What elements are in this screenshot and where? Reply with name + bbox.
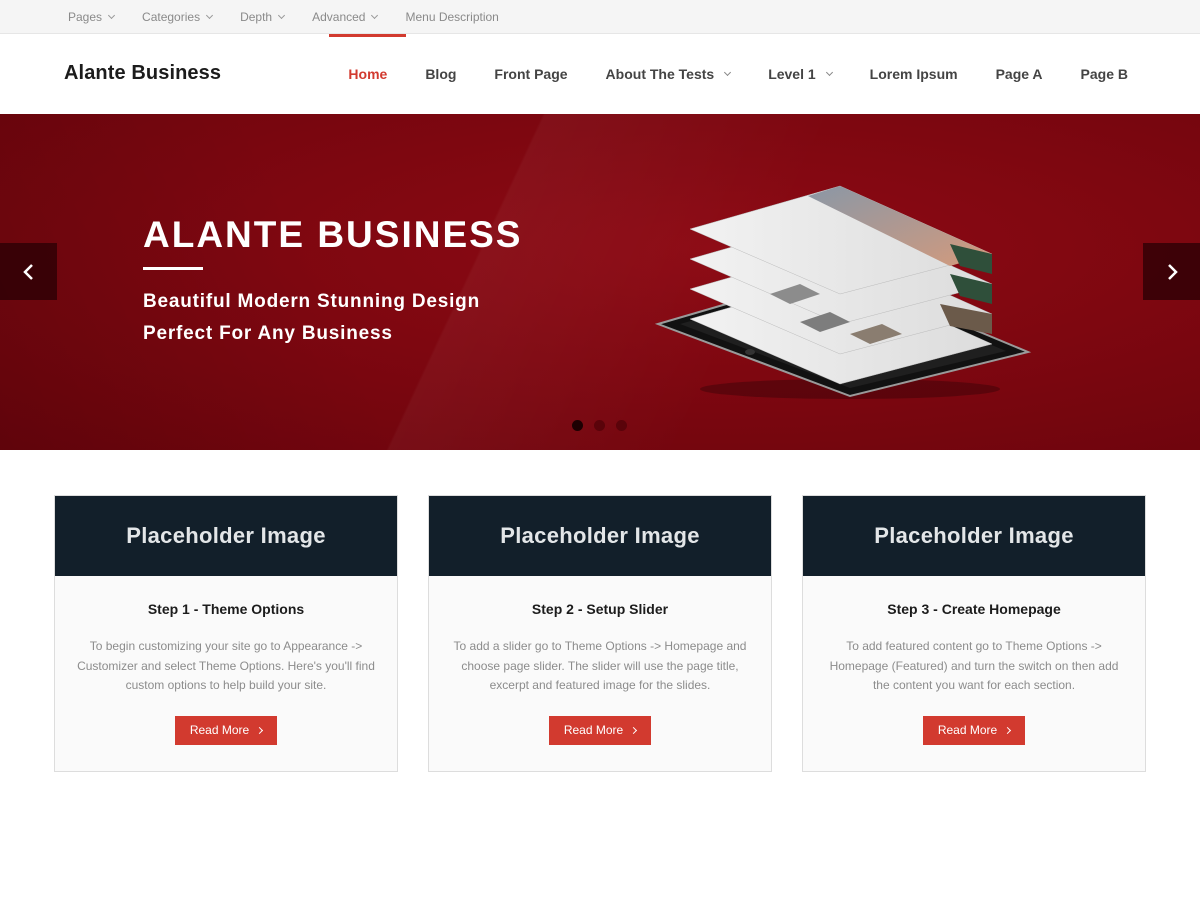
- card-text: To begin customizing your site go to App…: [77, 639, 375, 692]
- nav-item-label: Page B: [1080, 66, 1128, 82]
- slider-prev-button[interactable]: [0, 243, 57, 300]
- nav-item-blog[interactable]: Blog: [425, 34, 456, 114]
- feature-card: Placeholder Image Step 1 - Theme Options…: [54, 495, 398, 772]
- card-placeholder-image: Placeholder Image: [803, 496, 1145, 576]
- card-image-text: Placeholder Image: [126, 523, 326, 548]
- top-menu-menu-description[interactable]: Menu Description: [405, 10, 498, 24]
- top-menu-label: Depth: [240, 10, 273, 24]
- read-more-label: Read More: [563, 723, 624, 737]
- slider-next-button[interactable]: [1143, 243, 1200, 300]
- chevron-right-icon: [256, 726, 264, 734]
- tablet-mockup-image: [654, 185, 1032, 399]
- nav-item-about-the-tests[interactable]: About The Tests: [605, 34, 732, 114]
- nav-item-label: Home: [348, 66, 388, 82]
- top-menu-label: Menu Description: [405, 10, 499, 24]
- read-more-label: Read More: [937, 723, 998, 737]
- nav-item-label: Blog: [425, 66, 457, 82]
- chevron-down-icon: [825, 68, 833, 77]
- nav-item-page-b[interactable]: Page B: [1081, 34, 1128, 114]
- read-more-button[interactable]: Read More: [922, 715, 1026, 745]
- chevron-down-icon: [371, 11, 379, 20]
- nav-item-label: About The Tests: [605, 66, 715, 82]
- card-text: To add featured content go to Theme Opti…: [829, 639, 1119, 692]
- chevron-down-icon: [206, 11, 214, 20]
- top-menu-categories[interactable]: Categories: [142, 10, 214, 24]
- hero-subtitle-line: Perfect For Any Business: [143, 323, 393, 344]
- top-menu-label: Pages: [68, 10, 103, 24]
- slider-dot-3[interactable]: [616, 420, 627, 431]
- site-header: Alante Business Home Blog Front Page Abo…: [0, 34, 1200, 114]
- slider-dot-1[interactable]: [572, 420, 583, 431]
- read-more-button[interactable]: Read More: [174, 715, 278, 745]
- card-image-text: Placeholder Image: [500, 523, 700, 548]
- read-more-button[interactable]: Read More: [548, 715, 652, 745]
- chevron-left-icon: [22, 263, 33, 280]
- card-title: Step 1 - Theme Options: [147, 601, 305, 617]
- nav-item-label: Lorem Ipsum: [869, 66, 958, 82]
- read-more-label: Read More: [189, 723, 250, 737]
- card-placeholder-image: Placeholder Image: [55, 496, 397, 576]
- top-menu-depth[interactable]: Depth: [240, 10, 286, 24]
- hero-divider: [143, 267, 203, 270]
- card-placeholder-image: Placeholder Image: [429, 496, 771, 576]
- feature-card: Placeholder Image Step 2 - Setup Slider …: [428, 495, 772, 772]
- chevron-right-icon: [1004, 726, 1012, 734]
- card-title: Step 2 - Setup Slider: [531, 601, 669, 617]
- nav-item-front-page[interactable]: Front Page: [494, 34, 567, 114]
- card-title: Step 3 - Create Homepage: [887, 601, 1061, 617]
- top-menu-pages[interactable]: Pages: [68, 10, 116, 24]
- top-menu-label: Advanced: [312, 10, 366, 24]
- top-menu-advanced[interactable]: Advanced: [312, 10, 379, 24]
- feature-card: Placeholder Image Step 3 - Create Homepa…: [802, 495, 1146, 772]
- chevron-right-icon: [630, 726, 638, 734]
- hero-title: ALANTE BUSINESS: [143, 214, 523, 255]
- hero-subtitle-line: Beautiful Modern Stunning Design: [143, 291, 480, 312]
- hero-slider: ALANTE BUSINESS Beautiful Modern Stunnin…: [0, 114, 1200, 450]
- nav-item-label: Level 1: [768, 66, 816, 82]
- card-image-text: Placeholder Image: [874, 523, 1074, 548]
- nav-item-page-a[interactable]: Page A: [996, 34, 1043, 114]
- card-text: To add a slider go to Theme Options -> H…: [453, 639, 747, 692]
- top-menu: Pages Categories Depth Advanced Menu Des…: [68, 0, 527, 34]
- feature-cards: Placeholder Image Step 1 - Theme Options…: [54, 495, 1146, 772]
- chevron-right-icon: [1167, 263, 1178, 280]
- top-menu-label: Categories: [142, 10, 201, 24]
- slider-pagination: [572, 420, 638, 431]
- nav-item-level-1[interactable]: Level 1: [768, 34, 833, 114]
- top-bar: Pages Categories Depth Advanced Menu Des…: [0, 0, 1200, 34]
- chevron-down-icon: [107, 11, 116, 20]
- site-logo[interactable]: Alante Business: [64, 62, 221, 85]
- slider-dot-2[interactable]: [594, 420, 605, 431]
- nav-item-label: Page A: [995, 66, 1043, 82]
- nav-item-label: Front Page: [494, 66, 568, 82]
- hero-subtitle: Beautiful Modern Stunning Design Perfect…: [143, 286, 480, 350]
- chevron-down-icon: [724, 68, 732, 77]
- nav-item-lorem-ipsum[interactable]: Lorem Ipsum: [870, 34, 958, 114]
- chevron-down-icon: [278, 11, 286, 20]
- nav-item-home[interactable]: Home: [329, 34, 407, 114]
- main-nav: Home Blog Front Page About The Tests Lev…: [329, 34, 1128, 114]
